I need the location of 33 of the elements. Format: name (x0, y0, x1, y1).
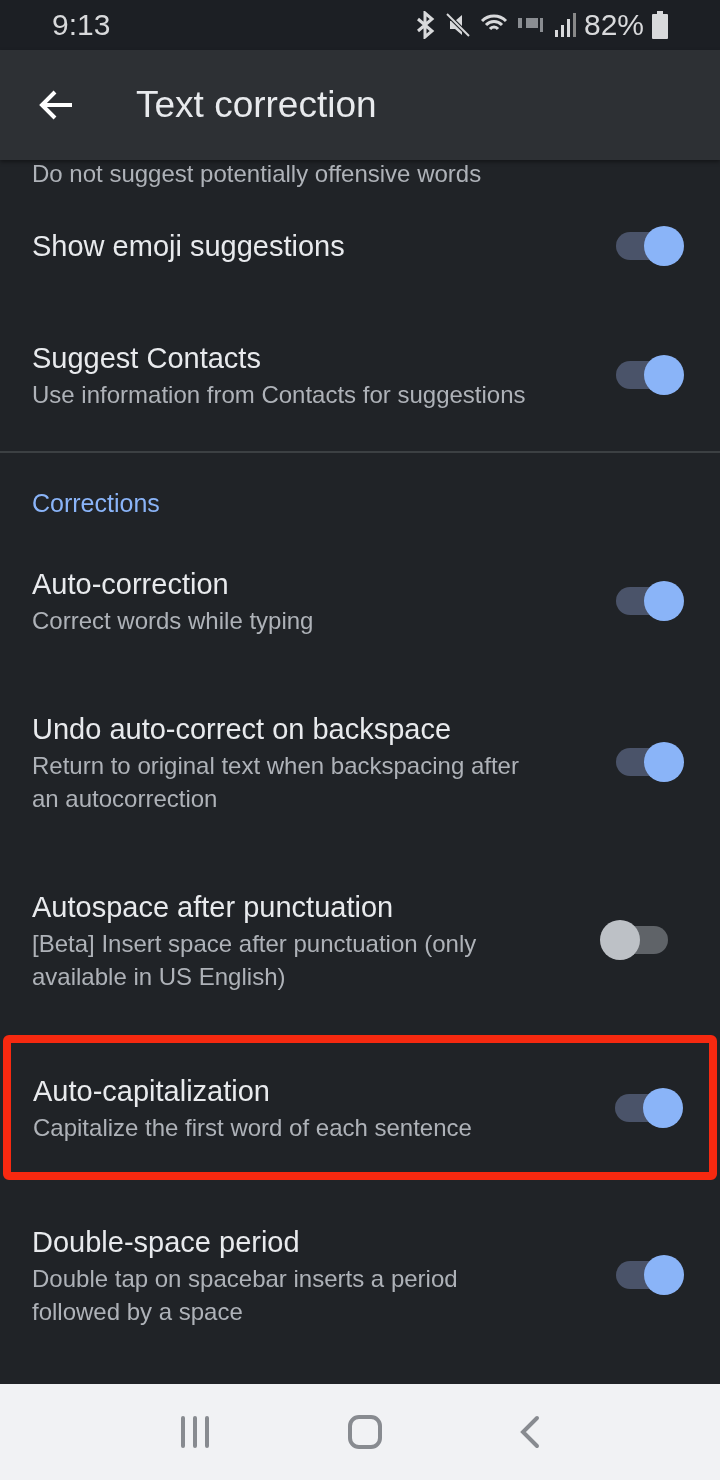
toggle-switch[interactable] (616, 580, 684, 621)
setting-title: Show emoji suggestions (32, 229, 346, 264)
back-icon[interactable] (519, 1415, 542, 1449)
setting-description: Capitalize the first word of each sentence (33, 1113, 473, 1143)
toggle-switch[interactable] (600, 920, 668, 960)
status-time: 9:13 (52, 8, 111, 42)
setting-description: Correct words while typing (32, 606, 315, 636)
section-header: Corrections (31, 488, 161, 519)
screen-title: Text correction (136, 84, 377, 126)
setting-description: Do not suggest potentially offensive words (32, 160, 482, 189)
setting-title: Auto-capitalization (33, 1074, 271, 1109)
signal-icon (553, 12, 576, 38)
setting-title: Suggest Contacts (32, 341, 262, 376)
back-arrow-icon[interactable] (38, 89, 74, 121)
setting-title: Undo auto-correct on backspace (32, 712, 453, 747)
recent-apps-icon[interactable] (178, 1416, 211, 1448)
lte-icon (515, 15, 546, 35)
setting-description: Double tap on spacebar inserts a period followed by a space (32, 1264, 459, 1327)
toggle-switch[interactable] (616, 742, 684, 782)
battery-percent: 82% (583, 8, 644, 42)
mute-icon (443, 11, 472, 39)
toggle-switch[interactable] (616, 1255, 684, 1295)
toggle-switch[interactable] (616, 354, 684, 395)
setting-description: Use information from Contacts for suggestions (32, 380, 527, 410)
toggle-switch[interactable] (616, 226, 684, 266)
setting-title: Autospace after punctuation (32, 890, 395, 925)
setting-title: Double-space period (32, 1225, 301, 1260)
setting-description: [Beta] Insert space after punctuation (only available in US English) (32, 929, 478, 992)
setting-description: Return to original text when backspacing after an autocorrection (32, 751, 520, 814)
battery-icon (652, 11, 668, 39)
home-icon[interactable] (348, 1415, 382, 1449)
toggle-switch[interactable] (615, 1087, 683, 1128)
setting-title: Auto-correction (32, 567, 230, 602)
